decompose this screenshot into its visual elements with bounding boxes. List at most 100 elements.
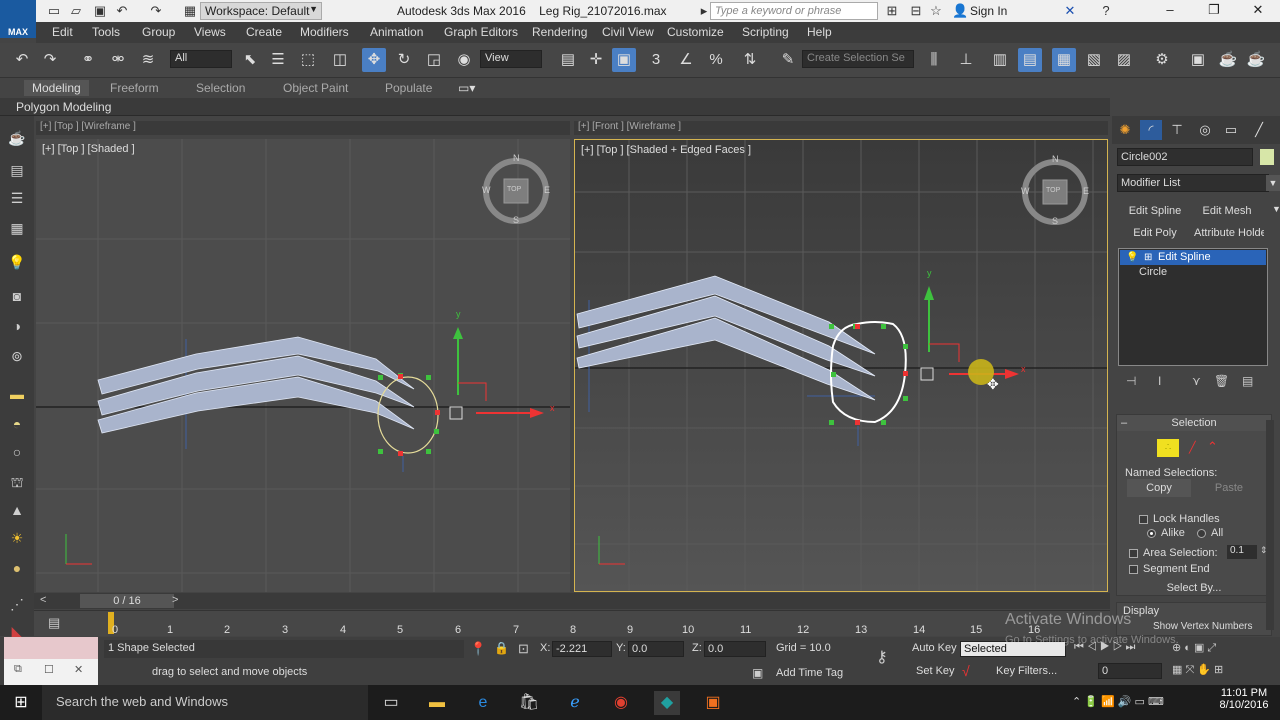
system-tray-icons[interactable]: ⌃ 🔋 📶 🔊 ▭ ⌨ bbox=[1072, 695, 1164, 708]
select-by-name-icon[interactable]: ☰ bbox=[266, 48, 290, 72]
viewport-nav-bottom[interactable]: ▦ ⤧ ✋ ⊞ bbox=[1172, 663, 1223, 677]
tab-object-paint[interactable]: Object Paint bbox=[283, 81, 348, 95]
object-color-swatch[interactable] bbox=[1260, 149, 1274, 165]
save-file-icon[interactable]: ▣ bbox=[92, 3, 108, 19]
stack-item-edit-spline[interactable]: 💡 ⊞ Edit Spline bbox=[1120, 250, 1266, 265]
show-end-result-icon[interactable]: Ι bbox=[1158, 374, 1161, 388]
viewport-strip-right-label[interactable]: [+] [Front ] [Wireframe ] bbox=[578, 121, 681, 132]
cone-icon[interactable]: ▲ bbox=[6, 500, 28, 520]
light-icon[interactable]: 💡 bbox=[6, 252, 28, 272]
close-small-icon[interactable]: ✕ bbox=[74, 663, 83, 676]
menu-edit[interactable]: Edit bbox=[52, 25, 73, 39]
box-icon[interactable]: ▬ bbox=[6, 384, 28, 404]
area-selection-checkbox[interactable] bbox=[1129, 549, 1138, 558]
mirror-icon[interactable]: ⫼ bbox=[922, 48, 946, 72]
pivot-center-icon[interactable]: ▤ bbox=[556, 48, 580, 72]
paste-button[interactable]: Paste bbox=[1197, 479, 1261, 497]
next-frame-icon[interactable]: > bbox=[172, 594, 178, 606]
show-vertex-numbers-label[interactable]: Show Vertex Numbers bbox=[1153, 621, 1253, 632]
selection-filter-dropdown[interactable]: All bbox=[170, 50, 232, 68]
time-tag-icon[interactable]: ▣ bbox=[752, 666, 763, 680]
x-coordinate-field[interactable]: -2.221 bbox=[552, 641, 612, 657]
pin-stack-icon[interactable]: ⊣ bbox=[1126, 374, 1136, 388]
modify-tab-icon[interactable]: ◜ bbox=[1140, 120, 1162, 140]
tab-modeling[interactable]: Modeling bbox=[24, 80, 89, 96]
schematic-view-icon[interactable]: ▧ bbox=[1082, 48, 1106, 72]
search-input[interactable]: Type a keyword or phrase bbox=[710, 2, 878, 20]
viewport-right-label[interactable]: [+] [Top ] [Shaded + Edged Faces ] bbox=[581, 144, 751, 156]
time-slider[interactable]: < 0 / 16 > bbox=[34, 593, 1110, 609]
edit-named-selection-icon[interactable]: ✎ bbox=[776, 48, 800, 72]
bind-space-warp-icon[interactable]: ≋ bbox=[136, 48, 160, 72]
teapot-render-icon[interactable]: ⛫ bbox=[6, 472, 28, 492]
menu-graph-editors[interactable]: Graph Editors bbox=[444, 25, 518, 39]
edit-mesh-button[interactable]: Edit Mesh bbox=[1194, 202, 1260, 220]
chrome-icon[interactable]: ◉ bbox=[608, 691, 634, 715]
windows-start-icon[interactable]: ⊞ bbox=[8, 691, 34, 715]
taskbar-search-box[interactable]: Search the web and Windows bbox=[42, 685, 368, 720]
binoculars-icon[interactable]: ⊞ bbox=[884, 3, 900, 19]
viewport-top-right-active[interactable]: [+] [Top ] [Shaded + Edged Faces ] N S E… bbox=[574, 139, 1108, 592]
percent-snap-icon[interactable]: % bbox=[704, 48, 728, 72]
help-icon[interactable]: ? bbox=[1098, 3, 1114, 19]
menu-tools[interactable]: Tools bbox=[92, 25, 120, 39]
teapot-icon[interactable]: ☕ bbox=[6, 128, 28, 148]
menu-civil-view[interactable]: Civil View bbox=[602, 25, 654, 39]
rectangular-selection-icon[interactable]: ⬚ bbox=[296, 48, 320, 72]
maxscript-listener[interactable] bbox=[4, 637, 98, 659]
absolute-mode-icon[interactable]: ⊡ bbox=[518, 641, 529, 657]
undo-icon[interactable]: ↶ bbox=[114, 3, 130, 19]
redo-icon[interactable]: ↷ bbox=[148, 3, 164, 19]
vertex-subobject-icon[interactable]: ∴ bbox=[1157, 439, 1179, 457]
z-coordinate-field[interactable]: 0.0 bbox=[704, 641, 766, 657]
link-icon[interactable]: ⚭ bbox=[76, 48, 100, 72]
display-tab-icon[interactable]: ▭ bbox=[1220, 120, 1242, 140]
app-logo[interactable]: MAX bbox=[0, 0, 36, 38]
segment-end-checkbox[interactable] bbox=[1129, 565, 1138, 574]
light-bulb-icon[interactable]: 💡 bbox=[1126, 250, 1138, 265]
render-production-icon[interactable]: ☕ bbox=[1216, 48, 1240, 72]
workspace-dropdown[interactable]: Workspace: Default ▼ bbox=[200, 2, 322, 20]
reference-coordinate-dropdown[interactable]: View bbox=[480, 50, 542, 68]
subscription-icon[interactable]: ⊟ bbox=[908, 3, 924, 19]
menu-help[interactable]: Help bbox=[807, 25, 832, 39]
tab-populate[interactable]: Populate bbox=[385, 81, 432, 95]
curve-editor-icon[interactable]: ▦ bbox=[1052, 48, 1076, 72]
lock-selection-icon[interactable]: 🔒 bbox=[494, 641, 509, 655]
minimized-window[interactable]: ⧉ ☐ ✕ bbox=[4, 659, 98, 685]
tab-selection[interactable]: Selection bbox=[196, 81, 245, 95]
more-modifiers-icon[interactable]: ▼ bbox=[1272, 204, 1280, 214]
helper-icon[interactable]: ◑ bbox=[6, 316, 28, 336]
stack-item-circle[interactable]: Circle bbox=[1139, 266, 1167, 278]
render-iterative-icon[interactable]: ☕ bbox=[1244, 48, 1268, 72]
align-icon[interactable]: ⊥ bbox=[954, 48, 978, 72]
ribbon-options-icon[interactable]: ▭▾ bbox=[458, 81, 475, 95]
table-icon[interactable]: ▦ bbox=[6, 218, 28, 238]
menu-modifiers[interactable]: Modifiers bbox=[300, 25, 349, 39]
new-file-icon[interactable]: ▭ bbox=[46, 3, 62, 19]
menu-group[interactable]: Group bbox=[142, 25, 175, 39]
current-frame-field[interactable]: 0 bbox=[1098, 663, 1162, 679]
file-explorer-icon[interactable]: ▬ bbox=[424, 691, 450, 715]
maximize-button[interactable]: ❐ bbox=[1194, 2, 1234, 20]
minimize-button[interactable]: – bbox=[1150, 2, 1190, 20]
time-slider-thumb[interactable]: 0 / 16 bbox=[80, 594, 174, 608]
menu-animation[interactable]: Animation bbox=[370, 25, 423, 39]
segment-subobject-icon[interactable]: ╱ bbox=[1189, 441, 1196, 454]
snap-toggle-icon[interactable]: 3 bbox=[644, 48, 668, 72]
rendered-frame-window-icon[interactable]: ▣ bbox=[1186, 48, 1210, 72]
lock-handles-checkbox[interactable] bbox=[1139, 515, 1148, 524]
recorder-icon[interactable]: ▣ bbox=[700, 691, 726, 715]
scene-explorer-icon[interactable]: ▤ bbox=[6, 160, 28, 180]
grid-icon[interactable]: ⋰ bbox=[6, 594, 28, 614]
sun-icon[interactable]: ☀ bbox=[6, 528, 28, 548]
menu-customize[interactable]: Customize bbox=[667, 25, 724, 39]
close-button[interactable]: ✕ bbox=[1238, 2, 1278, 20]
viewport-top-left[interactable]: [+] [Top ] [Shaded ] N S E W TOP y x bbox=[36, 139, 570, 592]
material-editor-icon[interactable]: ▨ bbox=[1112, 48, 1136, 72]
clock[interactable]: 11:01 PM 8/10/2016 bbox=[1214, 687, 1274, 711]
render-setup-icon[interactable]: ⚙ bbox=[1150, 48, 1174, 72]
select-and-scale-icon[interactable]: ◲ bbox=[422, 48, 446, 72]
utilities-tab-icon[interactable]: ╱ bbox=[1248, 120, 1270, 140]
command-panel-scrollbar[interactable] bbox=[1266, 420, 1274, 630]
